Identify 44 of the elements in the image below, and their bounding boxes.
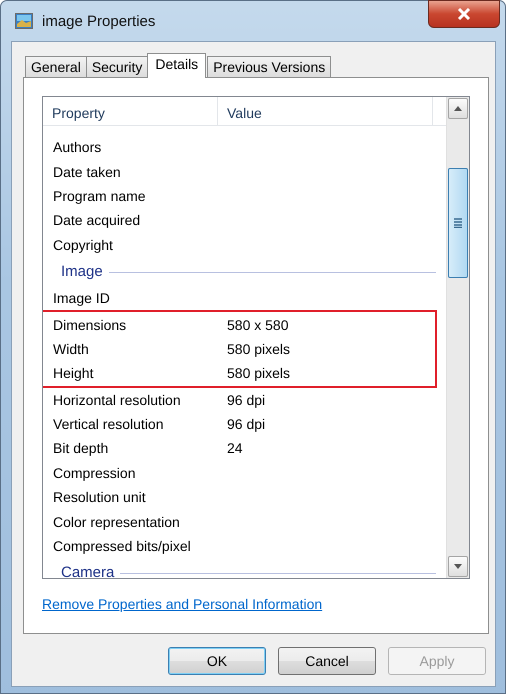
tab[interactable]: Details <box>147 53 206 78</box>
property-name: Color representation <box>52 514 181 530</box>
caret-up-icon <box>454 106 462 111</box>
image-file-icon <box>15 12 33 30</box>
property-name: Resolution unit <box>52 489 147 506</box>
property-value: 580 x 580 <box>227 316 288 333</box>
group-heading: Camera <box>61 564 114 578</box>
column-header[interactable]: Value <box>218 97 433 126</box>
property-name: Dimensions <box>52 316 128 333</box>
property-name: Compressed bits/pixel <box>52 538 192 554</box>
property-name: Horizontal resolution <box>52 392 182 408</box>
property-value: 24 <box>227 440 243 456</box>
group-heading: Image <box>61 262 103 280</box>
property-name: Program name <box>52 188 147 204</box>
property-value: 580 pixels <box>227 340 290 357</box>
scrollbar[interactable] <box>446 97 469 578</box>
property-name: Height <box>52 365 94 382</box>
caret-down-icon <box>454 564 462 569</box>
dialog-button[interactable]: Cancel <box>278 647 376 675</box>
property-name: Date acquired <box>52 212 142 228</box>
close-icon <box>457 8 471 20</box>
close-button[interactable] <box>428 0 500 28</box>
tab[interactable]: General <box>25 56 87 77</box>
tab[interactable]: Previous Versions <box>207 56 332 77</box>
property-value: 96 dpi <box>227 392 266 408</box>
property-value: 580 pixels <box>227 365 290 382</box>
scroll-down-button[interactable] <box>448 556 468 577</box>
remove-properties-link[interactable]: Remove Properties and Personal Information <box>42 596 322 612</box>
property-name: Vertical resolution <box>52 416 165 432</box>
property-name: Date taken <box>52 164 122 180</box>
column-header[interactable]: Property <box>43 97 218 126</box>
property-name: Bit depth <box>52 440 110 456</box>
property-value: 96 dpi <box>227 416 266 432</box>
grip-icon <box>454 218 462 228</box>
property-name: Image ID <box>52 290 111 306</box>
dialog-button[interactable]: OK <box>168 647 266 675</box>
tab[interactable]: Security <box>86 56 148 77</box>
property-name: Width <box>52 340 90 357</box>
scroll-up-button[interactable] <box>448 98 468 119</box>
property-name: Authors <box>52 139 102 156</box>
property-name: Compression <box>52 464 136 481</box>
window-title: image Properties <box>42 12 156 30</box>
property-name: Copyright <box>52 236 114 253</box>
scroll-thumb[interactable] <box>448 168 468 278</box>
